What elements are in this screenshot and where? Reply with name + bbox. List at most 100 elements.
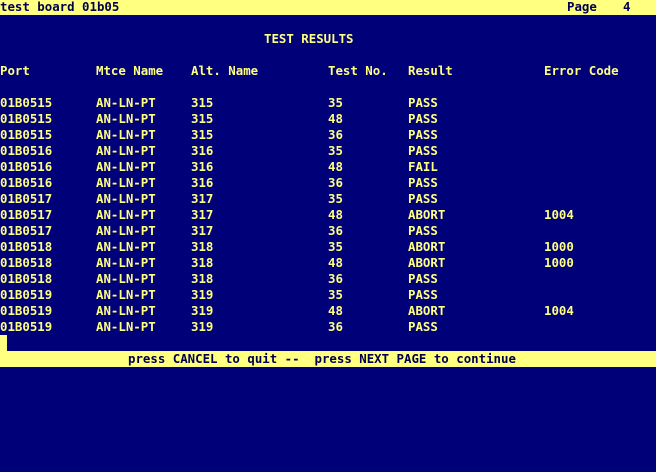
cell-mtce-name: AN-LN-PT (96, 303, 156, 318)
cell-test-no: 36 (328, 175, 343, 190)
table-row: 01B0517 AN-LN-PT 317 48 ABORT 1004 (0, 207, 656, 223)
cell-alt-name: 316 (191, 159, 214, 174)
cell-test-no: 48 (328, 255, 343, 270)
cell-test-no: 35 (328, 239, 343, 254)
cell-port: 01B0518 (0, 239, 53, 254)
cell-port: 01B0519 (0, 303, 53, 318)
cell-test-no: 35 (328, 287, 343, 302)
cell-mtce-name: AN-LN-PT (96, 191, 156, 206)
cell-test-no: 36 (328, 127, 343, 142)
cell-result: ABORT (408, 255, 446, 270)
header-port: Port (0, 63, 30, 78)
cell-result: PASS (408, 223, 438, 238)
cell-port: 01B0516 (0, 143, 53, 158)
table-row: 01B0517 AN-LN-PT 317 36 PASS (0, 223, 656, 239)
table-row: 01B0516 AN-LN-PT 316 35 PASS (0, 143, 656, 159)
cell-result: PASS (408, 191, 438, 206)
bottom-message-bar: press CANCEL to quit -- press NEXT PAGE … (0, 351, 656, 367)
page-label: Page (567, 0, 597, 14)
cell-result: PASS (408, 111, 438, 126)
cell-alt-name: 317 (191, 191, 214, 206)
cell-port: 01B0518 (0, 255, 53, 270)
cell-mtce-name: AN-LN-PT (96, 143, 156, 158)
cell-mtce-name: AN-LN-PT (96, 207, 156, 222)
cell-mtce-name: AN-LN-PT (96, 159, 156, 174)
cell-alt-name: 315 (191, 95, 214, 110)
cell-result: PASS (408, 287, 438, 302)
cell-alt-name: 316 (191, 175, 214, 190)
header-alt-name: Alt. Name (191, 63, 259, 78)
cell-error-code: 1004 (544, 303, 574, 318)
cell-alt-name: 317 (191, 223, 214, 238)
cell-result: PASS (408, 143, 438, 158)
cell-port: 01B0517 (0, 223, 53, 238)
footer-message: press CANCEL to quit -- press NEXT PAGE … (128, 351, 516, 366)
cell-alt-name: 315 (191, 127, 214, 142)
cell-result: PASS (408, 127, 438, 142)
cell-alt-name: 318 (191, 239, 214, 254)
table-row: 01B0519 AN-LN-PT 319 48 ABORT 1004 (0, 303, 656, 319)
screen-title: TEST RESULTS (264, 31, 354, 46)
table-row: 01B0517 AN-LN-PT 317 35 PASS (0, 191, 656, 207)
table-row: 01B0518 AN-LN-PT 318 48 ABORT 1000 (0, 255, 656, 271)
cell-port: 01B0516 (0, 175, 53, 190)
table-row: 01B0516 AN-LN-PT 316 36 PASS (0, 175, 656, 191)
table-row: 01B0518 AN-LN-PT 318 36 PASS (0, 271, 656, 287)
cell-port: 01B0519 (0, 319, 53, 334)
cell-alt-name: 318 (191, 255, 214, 270)
table-row: 01B0515 AN-LN-PT 315 36 PASS (0, 127, 656, 143)
cell-port: 01B0515 (0, 127, 53, 142)
cell-alt-name: 315 (191, 111, 214, 126)
table-row: 01B0519 AN-LN-PT 319 36 PASS (0, 319, 656, 335)
cell-result: PASS (408, 319, 438, 334)
table-row: 01B0518 AN-LN-PT 318 35 ABORT 1000 (0, 239, 656, 255)
cell-result: PASS (408, 175, 438, 190)
table-row: 01B0515 AN-LN-PT 315 35 PASS (0, 95, 656, 111)
cell-error-code: 1004 (544, 207, 574, 222)
cell-port: 01B0515 (0, 111, 53, 126)
cell-test-no: 48 (328, 207, 343, 222)
text-cursor (0, 335, 7, 351)
cell-port: 01B0516 (0, 159, 53, 174)
cell-test-no: 48 (328, 159, 343, 174)
cell-mtce-name: AN-LN-PT (96, 319, 156, 334)
cell-result: FAIL (408, 159, 438, 174)
header-mtce-name: Mtce Name (96, 63, 164, 78)
cell-mtce-name: AN-LN-PT (96, 287, 156, 302)
cell-error-code: 1000 (544, 255, 574, 270)
cell-port: 01B0517 (0, 207, 53, 222)
cell-alt-name: 317 (191, 207, 214, 222)
cell-alt-name: 316 (191, 143, 214, 158)
cell-alt-name: 319 (191, 287, 214, 302)
cell-mtce-name: AN-LN-PT (96, 271, 156, 286)
cell-mtce-name: AN-LN-PT (96, 223, 156, 238)
cell-mtce-name: AN-LN-PT (96, 127, 156, 142)
page-number: 4 (623, 0, 631, 14)
cell-mtce-name: AN-LN-PT (96, 255, 156, 270)
cell-test-no: 48 (328, 111, 343, 126)
cell-result: ABORT (408, 303, 446, 318)
table-row: 01B0516 AN-LN-PT 316 48 FAIL (0, 159, 656, 175)
cell-alt-name: 319 (191, 319, 214, 334)
cell-result: ABORT (408, 207, 446, 222)
cell-mtce-name: AN-LN-PT (96, 239, 156, 254)
cell-mtce-name: AN-LN-PT (96, 175, 156, 190)
cell-test-no: 36 (328, 319, 343, 334)
cell-error-code: 1000 (544, 239, 574, 254)
cell-mtce-name: AN-LN-PT (96, 95, 156, 110)
cell-result: PASS (408, 95, 438, 110)
header-test-no: Test No. (328, 63, 388, 78)
cell-port: 01B0518 (0, 271, 53, 286)
cell-result: ABORT (408, 239, 446, 254)
cell-test-no: 36 (328, 271, 343, 286)
cell-port: 01B0517 (0, 191, 53, 206)
cell-port: 01B0519 (0, 287, 53, 302)
cell-test-no: 35 (328, 191, 343, 206)
header-error-code: Error Code (544, 63, 619, 78)
cell-test-no: 35 (328, 143, 343, 158)
cell-alt-name: 318 (191, 271, 214, 286)
command-title: test board 01b05 (0, 0, 120, 14)
cell-test-no: 35 (328, 95, 343, 110)
table-row: 01B0515 AN-LN-PT 315 48 PASS (0, 111, 656, 127)
column-headers: Port Mtce Name Alt. Name Test No. Result… (0, 63, 656, 79)
